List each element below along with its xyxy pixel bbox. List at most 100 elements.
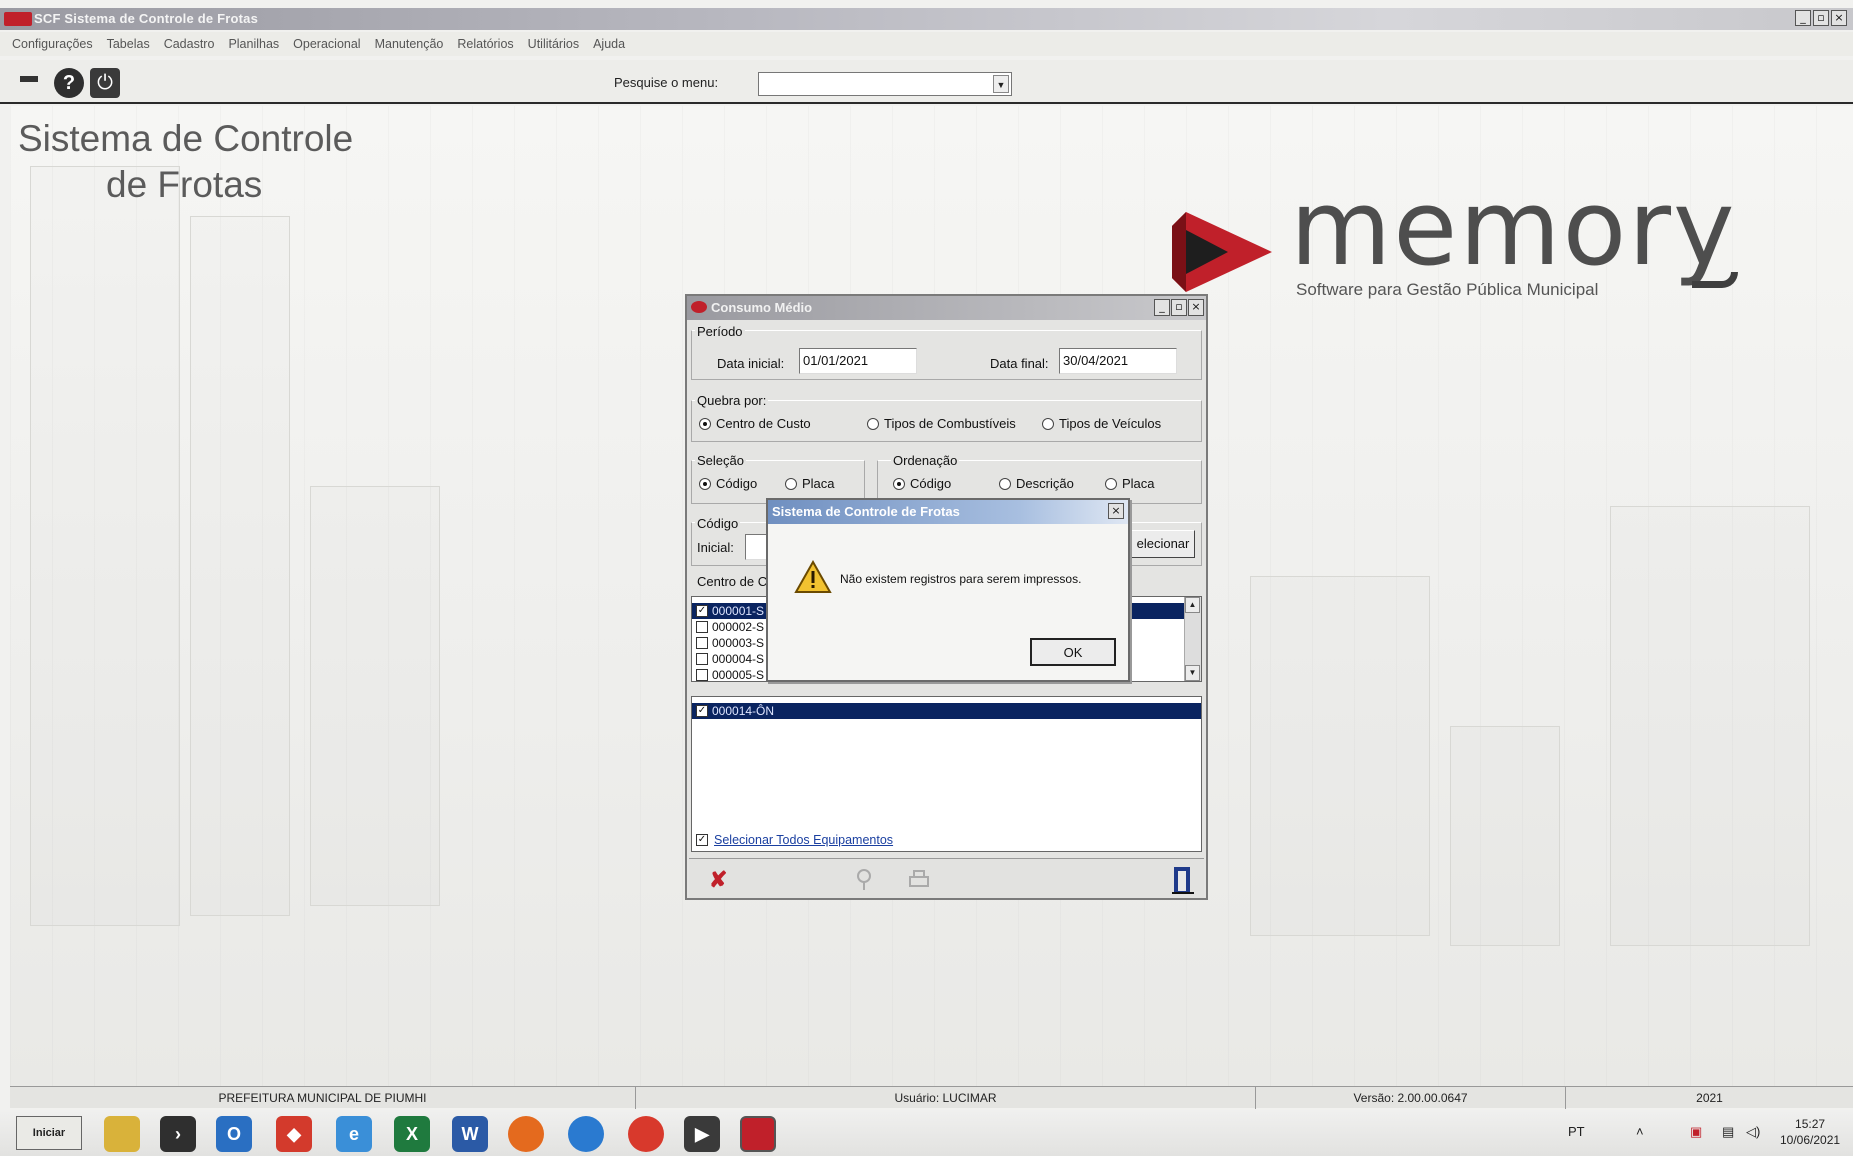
scroll-up-icon[interactable]: ▲ xyxy=(1185,597,1200,613)
scroll-down-icon[interactable]: ▼ xyxy=(1185,665,1200,681)
volume-icon[interactable]: ◁) xyxy=(1746,1124,1760,1140)
language-indicator[interactable]: PT xyxy=(1568,1124,1585,1139)
list-scrollbar[interactable]: ▲ ▼ xyxy=(1184,597,1201,681)
radio-tipos-veiculos[interactable]: Tipos de Veículos xyxy=(1042,416,1161,431)
warning-icon xyxy=(794,560,832,593)
radio-tipos-combustiveis[interactable]: Tipos de Combustíveis xyxy=(867,416,1016,431)
tray-expand-icon[interactable]: ˄ xyxy=(1636,1124,1644,1139)
checkbox-icon[interactable] xyxy=(696,653,708,665)
radio-icon[interactable] xyxy=(999,477,1011,490)
app-icon xyxy=(691,301,707,313)
anydesk-icon[interactable]: ◆ xyxy=(276,1116,312,1152)
system-title-line2: de Frotas xyxy=(106,164,263,205)
menu-planilhas[interactable]: Planilhas xyxy=(228,37,279,51)
media-player-icon[interactable]: ▶ xyxy=(684,1116,720,1152)
radio-selected-icon[interactable] xyxy=(699,477,711,490)
radio-selecao-codigo[interactable]: Código xyxy=(699,476,757,491)
checkbox-checked-icon[interactable]: ✓ xyxy=(696,705,708,717)
minimize-button[interactable]: _ xyxy=(1154,299,1170,316)
clock[interactable]: 15:27 10/06/2021 xyxy=(1780,1116,1840,1148)
background-building xyxy=(30,166,180,926)
radio-icon[interactable] xyxy=(785,477,797,490)
radio-centro-de-custo[interactable]: Centro de Custo xyxy=(699,416,811,431)
print-icon[interactable] xyxy=(907,869,931,891)
ok-button[interactable]: OK xyxy=(1030,638,1116,666)
message-dialog-title: Sistema de Controle de Frotas xyxy=(772,504,960,519)
outlook-icon[interactable]: O xyxy=(216,1116,252,1152)
radio-selected-icon[interactable] xyxy=(893,477,905,490)
menu-configuracoes[interactable]: Configurações xyxy=(12,37,93,51)
chrome-icon[interactable] xyxy=(628,1116,664,1152)
radio-selected-icon[interactable] xyxy=(699,417,711,430)
data-final-field[interactable]: 30/04/2021 xyxy=(1059,348,1177,374)
power-icon[interactable]: ⏻ xyxy=(90,68,120,98)
data-inicial-field[interactable]: 01/01/2021 xyxy=(799,348,917,374)
radio-icon[interactable] xyxy=(1105,477,1117,490)
radio-ordenacao-descricao[interactable]: Descrição xyxy=(999,476,1074,491)
list-item-label: 000001-S xyxy=(712,604,765,618)
equipamentos-list[interactable]: ✓ 000014-ÔN ✓ Selecionar Todos Equipament… xyxy=(691,696,1202,852)
excel-icon[interactable]: X xyxy=(394,1116,430,1152)
ordenacao-label: Ordenação xyxy=(891,453,960,468)
radio-selecao-placa[interactable]: Placa xyxy=(785,476,835,491)
menu-relatorios[interactable]: Relatórios xyxy=(457,37,513,51)
help-icon[interactable]: ? xyxy=(54,68,84,98)
menu-bar: Configurações Tabelas Cadastro Planilhas… xyxy=(0,32,1853,56)
quebra-label: Quebra por: xyxy=(695,393,769,408)
memory-logo-icon xyxy=(1172,212,1272,292)
frotas-app-icon[interactable] xyxy=(740,1116,776,1152)
checkbox-checked-icon[interactable]: ✓ xyxy=(696,605,708,617)
list-item-label: 000003-S xyxy=(712,636,765,650)
background-building xyxy=(1250,576,1430,936)
close-button[interactable]: × xyxy=(1188,299,1204,316)
powershell-icon[interactable]: › xyxy=(160,1116,196,1152)
maximize-button[interactable]: ▫ xyxy=(1813,10,1829,26)
data-final-label: Data final: xyxy=(990,356,1049,371)
menu-cadastro[interactable]: Cadastro xyxy=(164,37,215,51)
file-explorer-icon[interactable] xyxy=(104,1116,140,1152)
start-button[interactable]: Iniciar xyxy=(16,1116,82,1150)
menu-manutencao[interactable]: Manutenção xyxy=(375,37,444,51)
radio-icon[interactable] xyxy=(1042,417,1054,430)
radio-icon[interactable] xyxy=(867,417,879,430)
radio-ordenacao-placa[interactable]: Placa xyxy=(1105,476,1155,491)
preview-icon[interactable] xyxy=(855,869,873,891)
menu-operacional[interactable]: Operacional xyxy=(293,37,360,51)
app-title: SCF Sistema de Controle de Frotas xyxy=(34,11,259,26)
menu-utilitarios[interactable]: Utilitários xyxy=(528,37,579,51)
data-inicial-label: Data inicial: xyxy=(717,356,785,371)
selecionar-todos-label[interactable]: Selecionar Todos Equipamentos xyxy=(714,833,893,847)
taskbar: Iniciar › O ◆ e X W ▶ PT ˄ ▣ ▤ ◁) 15:27 … xyxy=(0,1110,1853,1156)
firefox-icon[interactable] xyxy=(508,1116,544,1152)
checkbox-icon[interactable] xyxy=(696,637,708,649)
radio-label: Placa xyxy=(1122,476,1155,491)
tray-app-icon[interactable]: ▣ xyxy=(1690,1124,1702,1140)
toolbar: ? ⏻ Pesquise o menu: ▼ xyxy=(0,60,1853,104)
checkbox-checked-icon[interactable]: ✓ xyxy=(696,834,708,846)
chevron-down-icon[interactable]: ▼ xyxy=(993,75,1009,93)
memory-logo-tagline: Software para Gestão Pública Municipal xyxy=(1296,280,1599,299)
checkbox-icon[interactable] xyxy=(696,621,708,633)
close-button[interactable]: × xyxy=(1831,10,1847,26)
checkbox-icon[interactable] xyxy=(696,669,708,681)
internet-explorer-icon[interactable]: e xyxy=(336,1116,372,1152)
exit-door-icon[interactable] xyxy=(1170,865,1196,895)
minimize-button[interactable]: _ xyxy=(1795,10,1811,26)
menu-ajuda[interactable]: Ajuda xyxy=(593,37,625,51)
word-icon[interactable]: W xyxy=(452,1116,488,1152)
network-icon[interactable]: ▤ xyxy=(1722,1124,1734,1140)
radio-ordenacao-codigo[interactable]: Código xyxy=(893,476,951,491)
maximize-button[interactable]: ▫ xyxy=(1171,299,1187,316)
selecionar-button[interactable]: elecionar xyxy=(1131,530,1195,558)
list-item[interactable]: ✓ 000014-ÔN xyxy=(692,703,1201,719)
close-button[interactable]: × xyxy=(1108,503,1124,519)
selecionar-todos-checkbox[interactable]: ✓ Selecionar Todos Equipamentos xyxy=(696,833,893,847)
chat-icon[interactable] xyxy=(568,1116,604,1152)
window-controls: _ ▫ × xyxy=(1795,10,1847,26)
menu-tabelas[interactable]: Tabelas xyxy=(107,37,150,51)
cancel-icon[interactable]: ✘ xyxy=(709,867,727,893)
codigo-label: Código xyxy=(695,516,741,531)
minimize-panel-icon[interactable] xyxy=(20,76,38,82)
radio-label: Centro de Custo xyxy=(716,416,811,431)
search-menu-combo[interactable]: ▼ xyxy=(758,72,1012,96)
